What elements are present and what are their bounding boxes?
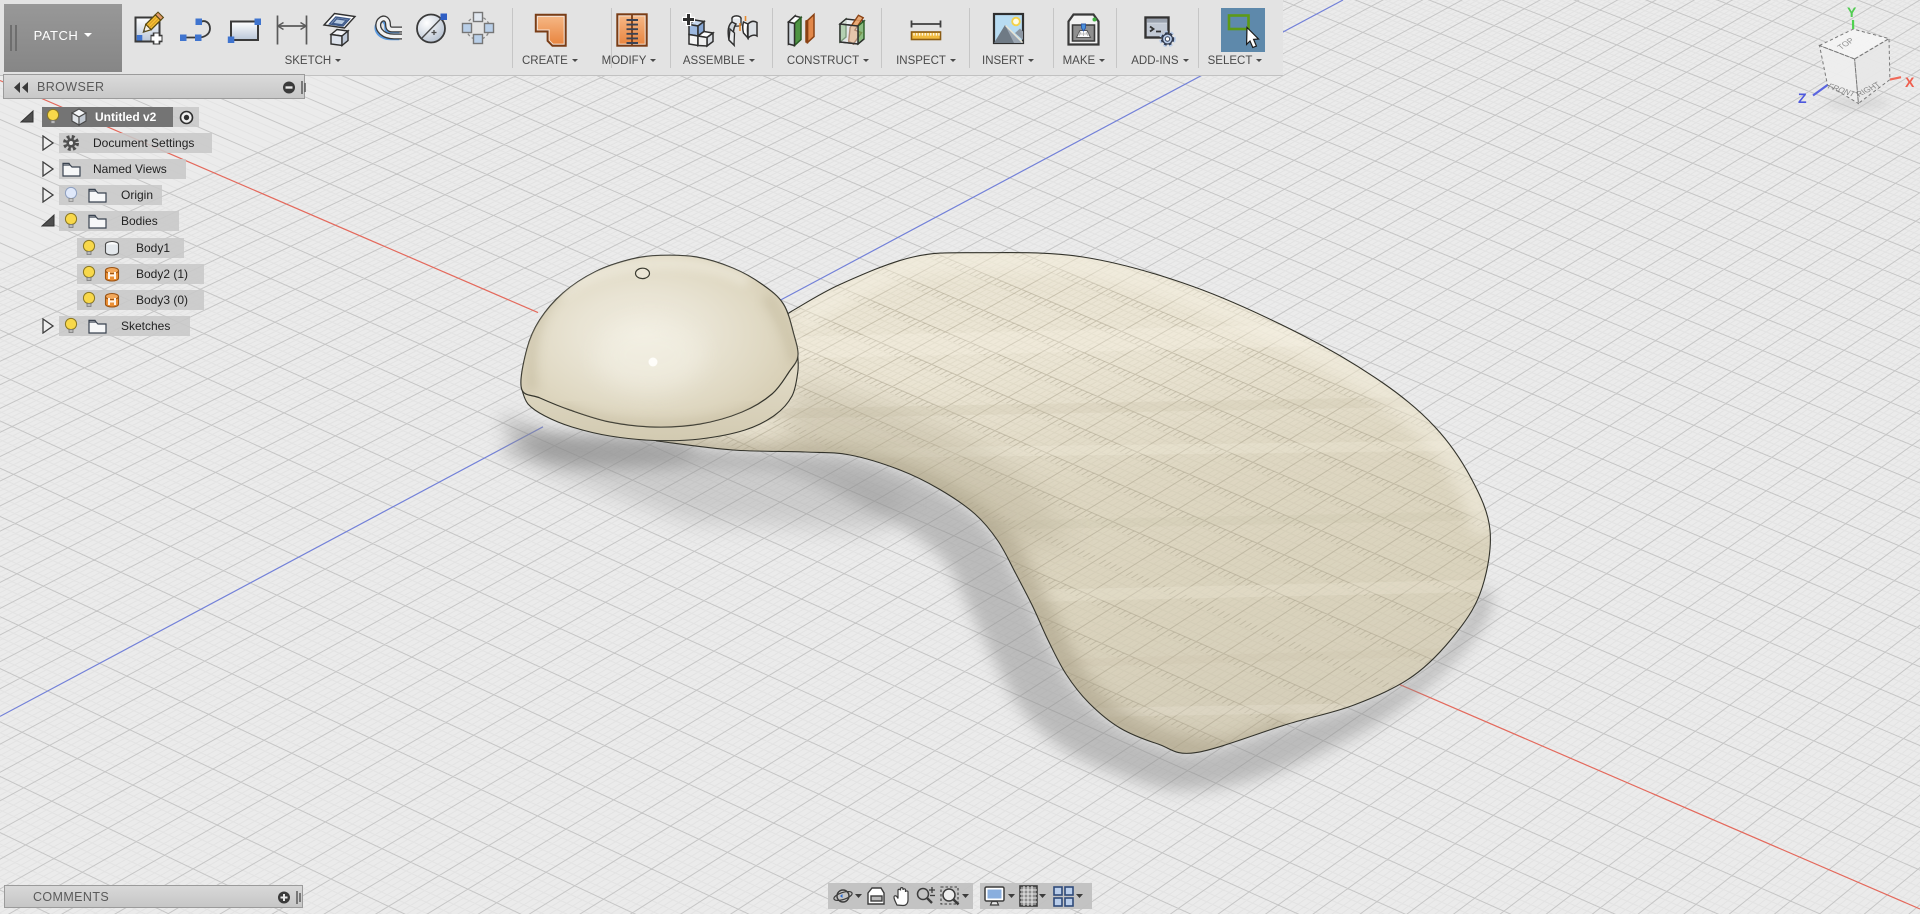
svg-text:Z: Z: [1798, 90, 1807, 106]
svg-text:X: X: [1905, 74, 1915, 90]
svg-text:Y: Y: [1847, 4, 1857, 20]
